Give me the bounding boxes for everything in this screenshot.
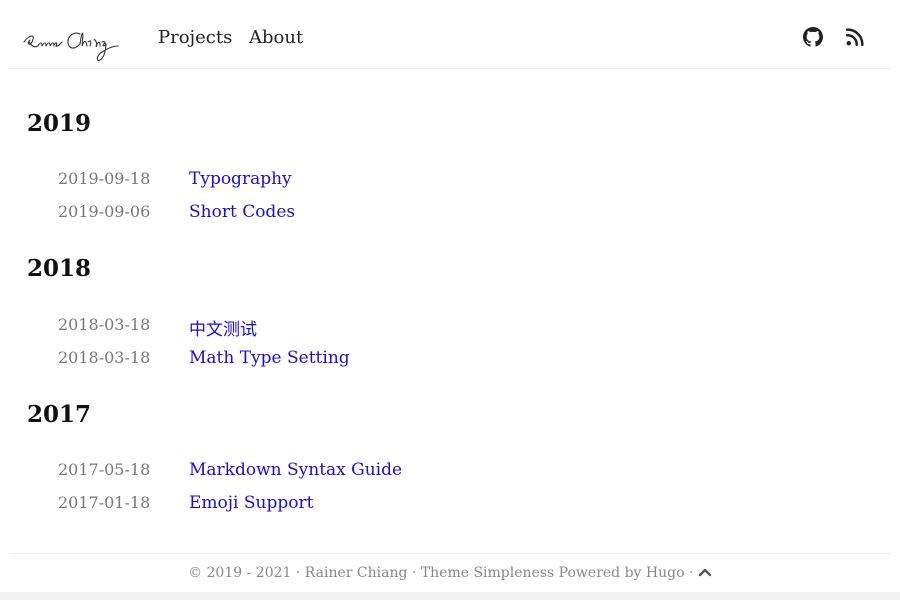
- nav-about-link[interactable]: About: [249, 27, 303, 48]
- footer-separator: ·: [684, 565, 698, 581]
- post-title-link[interactable]: Math Type Setting: [189, 348, 350, 368]
- site-logo[interactable]: [20, 20, 124, 66]
- footer-separator: ·: [407, 565, 421, 581]
- page: Projects About 2019 2019-09-18 Typograph…: [0, 0, 900, 592]
- post-date: 2017-01-18: [58, 493, 151, 512]
- footer-author-link[interactable]: Rainer Chiang: [305, 565, 408, 581]
- post-title-link[interactable]: Typography: [189, 169, 292, 189]
- logo-signature-icon: [23, 32, 119, 61]
- post-date: 2019-09-06: [58, 202, 151, 221]
- footer-powered-by: Powered by: [554, 565, 646, 581]
- year-heading: 2018: [27, 255, 92, 282]
- post-date: 2019-09-18: [58, 169, 151, 188]
- post-title-link[interactable]: Short Codes: [189, 202, 295, 222]
- post-date: 2018-03-18: [58, 348, 151, 367]
- footer-text: © 2019 - 2021 · Rainer Chiang · Theme Si…: [10, 565, 890, 581]
- site-footer: © 2019 - 2021 · Rainer Chiang · Theme Si…: [10, 553, 890, 593]
- nav-projects-link[interactable]: Projects: [158, 27, 232, 48]
- post-title-link[interactable]: 中文测试: [189, 315, 257, 340]
- year-heading: 2019: [27, 110, 92, 137]
- post-title-link[interactable]: Emoji Support: [189, 493, 313, 513]
- post-title-link[interactable]: Markdown Syntax Guide: [189, 460, 402, 480]
- chevron-up-icon[interactable]: [698, 565, 712, 581]
- footer-theme-link[interactable]: Theme Simpleness: [421, 565, 554, 581]
- footer-hugo-link[interactable]: Hugo: [646, 565, 685, 581]
- footer-copyright: © 2019 - 2021 ·: [188, 565, 305, 581]
- github-icon[interactable]: [802, 26, 824, 48]
- rss-icon[interactable]: [844, 26, 866, 48]
- year-heading: 2017: [27, 401, 92, 428]
- post-date: 2018-03-18: [58, 315, 151, 334]
- site-header: Projects About: [10, 0, 890, 69]
- post-date: 2017-05-18: [58, 460, 151, 479]
